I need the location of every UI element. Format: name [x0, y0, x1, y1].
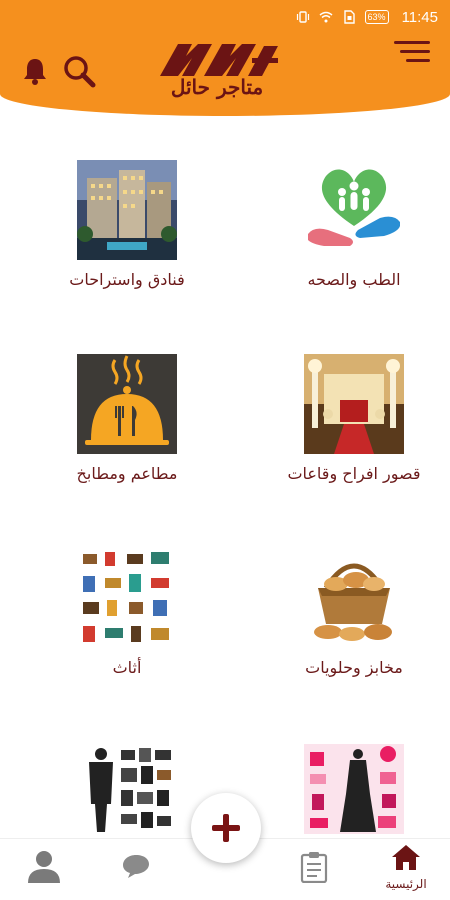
restaurant-cloche-image [77, 354, 177, 454]
nav-home[interactable]: الرئيسية [376, 843, 436, 891]
category-label: فنادق واستراحات [69, 270, 185, 289]
menu-icon[interactable] [392, 40, 432, 64]
status-bar: 63% 11:45 [0, 0, 450, 34]
vibrate-icon [296, 11, 309, 23]
logo-text: متاجر حائل [170, 75, 264, 99]
chat-bubble-icon [123, 855, 149, 878]
bakery-basket-image [304, 548, 404, 648]
nav-orders[interactable] [300, 851, 328, 887]
app-logo: متاجر حائل [152, 40, 282, 100]
add-button[interactable] [191, 793, 261, 863]
category-label: مخابز وحلويات [305, 658, 403, 677]
bell-icon[interactable] [20, 56, 50, 86]
logo-mark [160, 44, 278, 76]
category-label: أثاث [112, 658, 142, 677]
category-wedding-halls[interactable]: قصور افراح وقاعات [259, 354, 449, 483]
battery-indicator: 63% [364, 10, 389, 24]
mens-fashion-image [77, 744, 177, 834]
furniture-image [77, 548, 177, 648]
user-icon [28, 851, 60, 883]
hotel-image [77, 160, 177, 260]
plus-icon [212, 814, 240, 842]
womens-fashion-image [304, 744, 404, 834]
clipboard-icon [300, 852, 328, 884]
nav-profile[interactable] [26, 849, 62, 887]
clock: 11:45 [401, 8, 438, 26]
category-label: مطاعم ومطابخ [76, 464, 178, 483]
health-heart-image [304, 160, 404, 260]
category-womens-fashion[interactable] [259, 744, 449, 844]
category-label: الطب والصحه [307, 270, 401, 289]
wifi-icon [319, 11, 333, 23]
nav-home-label: الرئيسية [385, 877, 427, 891]
home-icon [392, 845, 420, 870]
category-bakeries[interactable]: مخابز وحلويات [259, 548, 449, 677]
wedding-hall-image [304, 354, 404, 454]
category-furniture[interactable]: أثاث [32, 548, 222, 677]
nav-messages[interactable] [122, 853, 150, 883]
category-health[interactable]: الطب والصحه [259, 160, 449, 289]
category-label: قصور افراح وقاعات [287, 464, 421, 483]
app-header: 63% 11:45 متاجر حائل [0, 0, 450, 116]
category-restaurants[interactable]: مطاعم ومطابخ [32, 354, 222, 483]
category-hotels[interactable]: فنادق واستراحات [32, 160, 222, 289]
sim-card-icon [343, 10, 355, 24]
app-screen: 63% 11:45 متاجر حائل فنادق واستراحات الط… [0, 0, 450, 900]
search-icon[interactable] [62, 54, 96, 88]
